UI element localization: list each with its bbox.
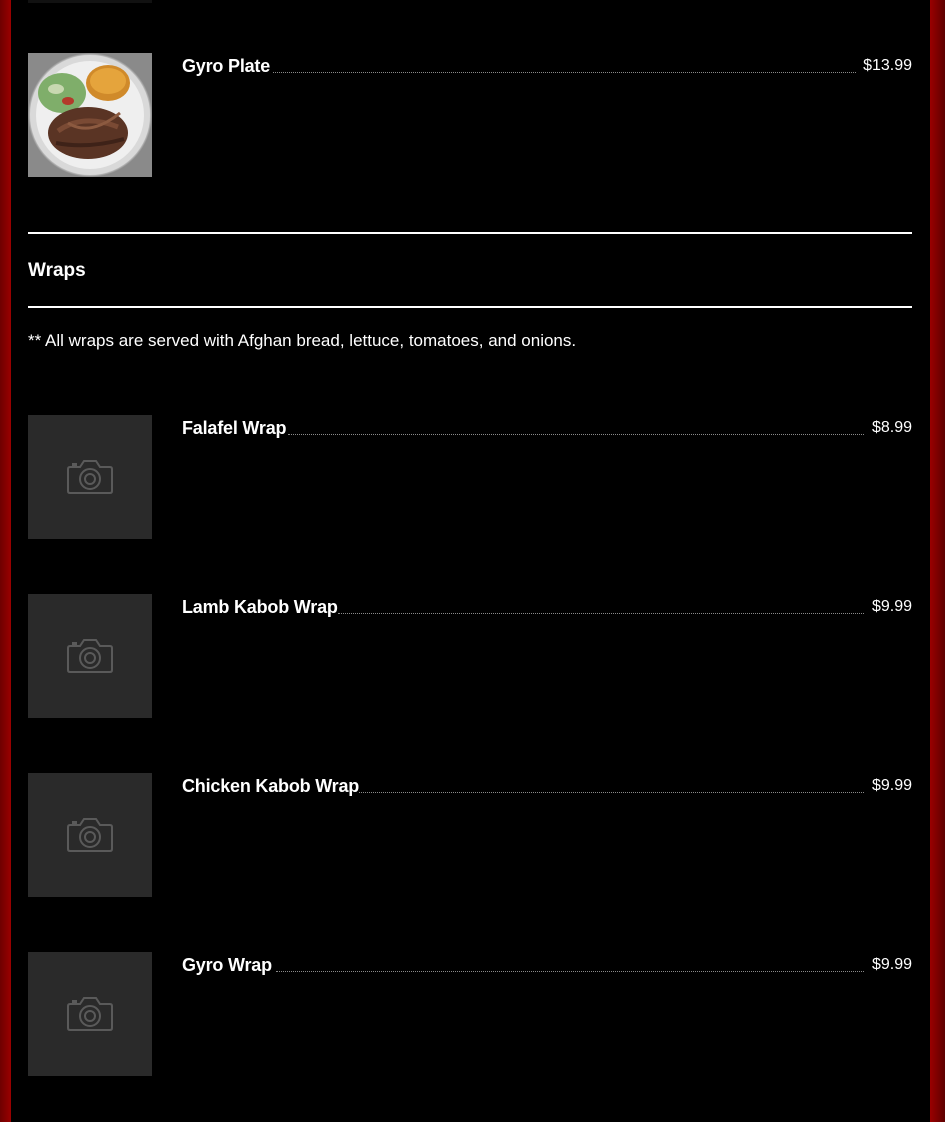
leader-dots (359, 792, 864, 793)
menu-content: Gyro Plate $13.99 Wraps ** All wraps are… (11, 0, 930, 1122)
item-name: Gyro Plate (182, 56, 271, 76)
leader-dots (276, 971, 864, 972)
item-image-placeholder[interactable] (28, 952, 152, 1076)
item-price: $8.99 (871, 419, 912, 436)
camera-placeholder-icon (67, 460, 113, 494)
item-image-placeholder[interactable] (28, 594, 152, 718)
item-image-placeholder[interactable] (28, 415, 152, 539)
item-name: Falafel Wrap (182, 418, 287, 438)
item-name: Lamb Kabob Wrap (182, 597, 338, 617)
item-price: $9.99 (871, 598, 912, 615)
item-name: Chicken Kabob Wrap (182, 776, 360, 796)
menu-item[interactable]: Falafel Wrap $8.99 (28, 415, 912, 539)
menu-item[interactable]: Gyro Plate $13.99 (28, 53, 912, 177)
item-price: $13.99 (863, 57, 912, 74)
menu-item[interactable]: Chicken Kabob Wrap $9.99 (28, 773, 912, 897)
section-divider-bottom (28, 306, 912, 308)
camera-placeholder-icon (67, 997, 113, 1031)
previous-item-image-edge (28, 0, 152, 3)
menu-item[interactable]: Lamb Kabob Wrap $9.99 (28, 594, 912, 718)
section-divider-top (28, 232, 912, 234)
camera-placeholder-icon (67, 818, 113, 852)
camera-placeholder-icon (67, 639, 113, 673)
item-price: $9.99 (871, 777, 912, 794)
section-title: Wraps (28, 260, 86, 281)
item-image-placeholder[interactable] (28, 773, 152, 897)
leader-dots (338, 613, 864, 614)
leader-dots (273, 72, 856, 73)
leader-dots (288, 434, 864, 435)
menu-item[interactable]: Gyro Wrap $9.99 (28, 952, 912, 1076)
section-note: ** All wraps are served with Afghan brea… (28, 331, 577, 350)
item-price: $9.99 (871, 956, 912, 973)
gyro-plate-photo[interactable] (28, 53, 152, 177)
gyro-plate-image (30, 55, 150, 175)
item-name: Gyro Wrap (182, 955, 272, 975)
